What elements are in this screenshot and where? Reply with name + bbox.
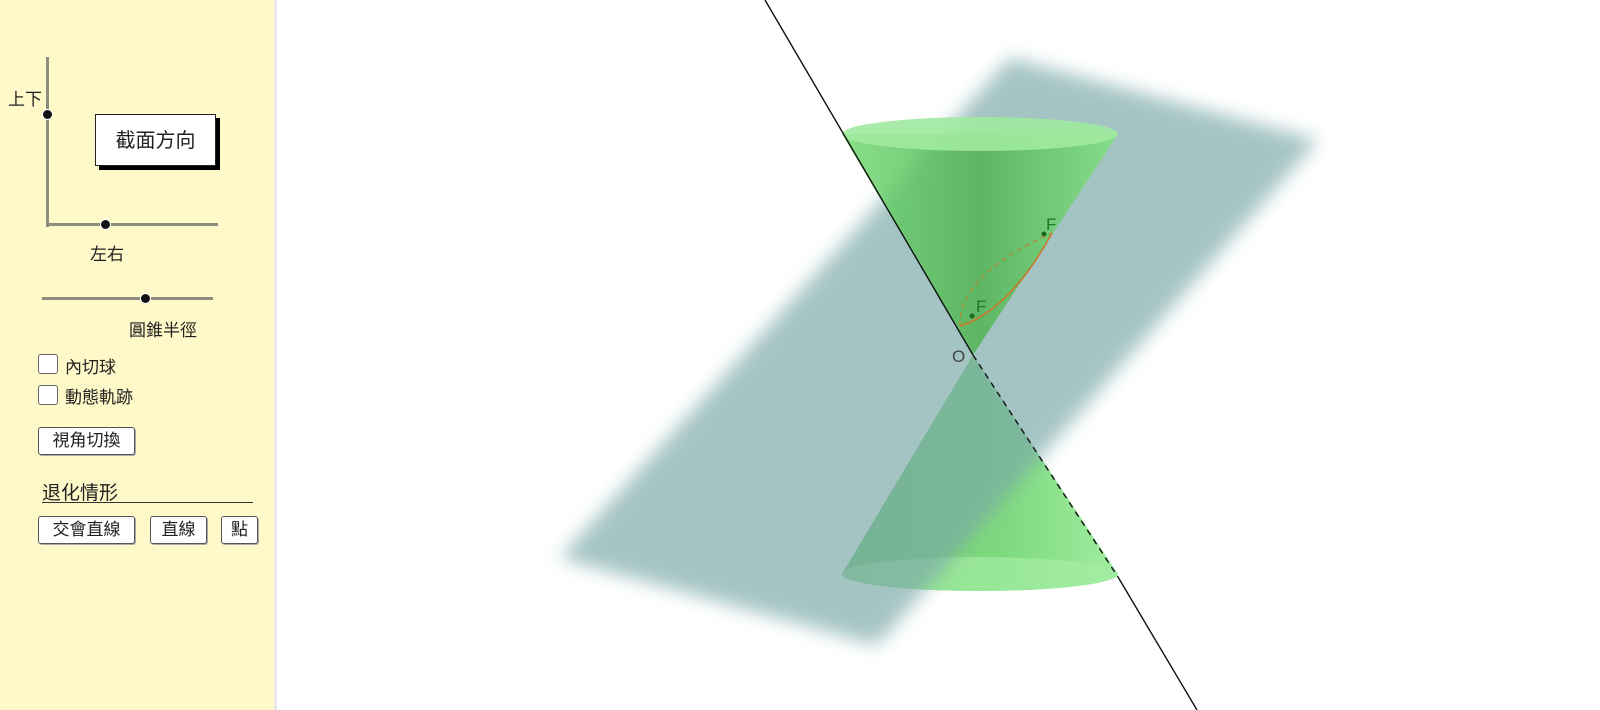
- intersecting-lines-button[interactable]: 交會直線: [38, 516, 135, 544]
- vertical-slider-track[interactable]: [46, 57, 49, 227]
- radius-slider-label: 圓錐半徑: [129, 321, 197, 341]
- axis-line-lower: [1117, 576, 1198, 710]
- degenerate-heading-underline: [42, 502, 253, 503]
- inscribed-sphere-label: 內切球: [65, 358, 116, 378]
- view-toggle-button[interactable]: 視角切換: [38, 427, 135, 455]
- focus-point-lower[interactable]: [969, 313, 975, 319]
- line-button[interactable]: 直線: [150, 516, 207, 544]
- origin-label: O: [952, 347, 965, 366]
- section-direction-button[interactable]: 截面方向: [95, 114, 216, 166]
- horizontal-slider-track[interactable]: [46, 223, 218, 226]
- horizontal-slider-knob[interactable]: [100, 219, 111, 230]
- radius-slider-knob[interactable]: [139, 293, 151, 304]
- focus-label-upper: F: [1046, 215, 1056, 234]
- radius-slider-track[interactable]: [42, 297, 213, 300]
- graphics-3d-view[interactable]: F F O: [280, 0, 1600, 710]
- dynamic-trace-label: 動態軌跡: [65, 388, 133, 408]
- inscribed-sphere-checkbox[interactable]: [38, 354, 58, 374]
- sidebar: 上下 左右 截面方向 圓錐半徑 內切球 動態軌跡 視角切換 退化情形 交會直線 …: [0, 0, 277, 710]
- focus-label-lower: F: [976, 297, 986, 316]
- degenerate-heading: 退化情形: [42, 482, 119, 504]
- vertical-slider-label: 上下: [8, 90, 42, 110]
- vertical-slider-knob[interactable]: [42, 109, 53, 120]
- point-button[interactable]: 點: [221, 516, 258, 544]
- horizontal-slider-label: 左右: [90, 245, 124, 265]
- dynamic-trace-checkbox[interactable]: [38, 385, 58, 405]
